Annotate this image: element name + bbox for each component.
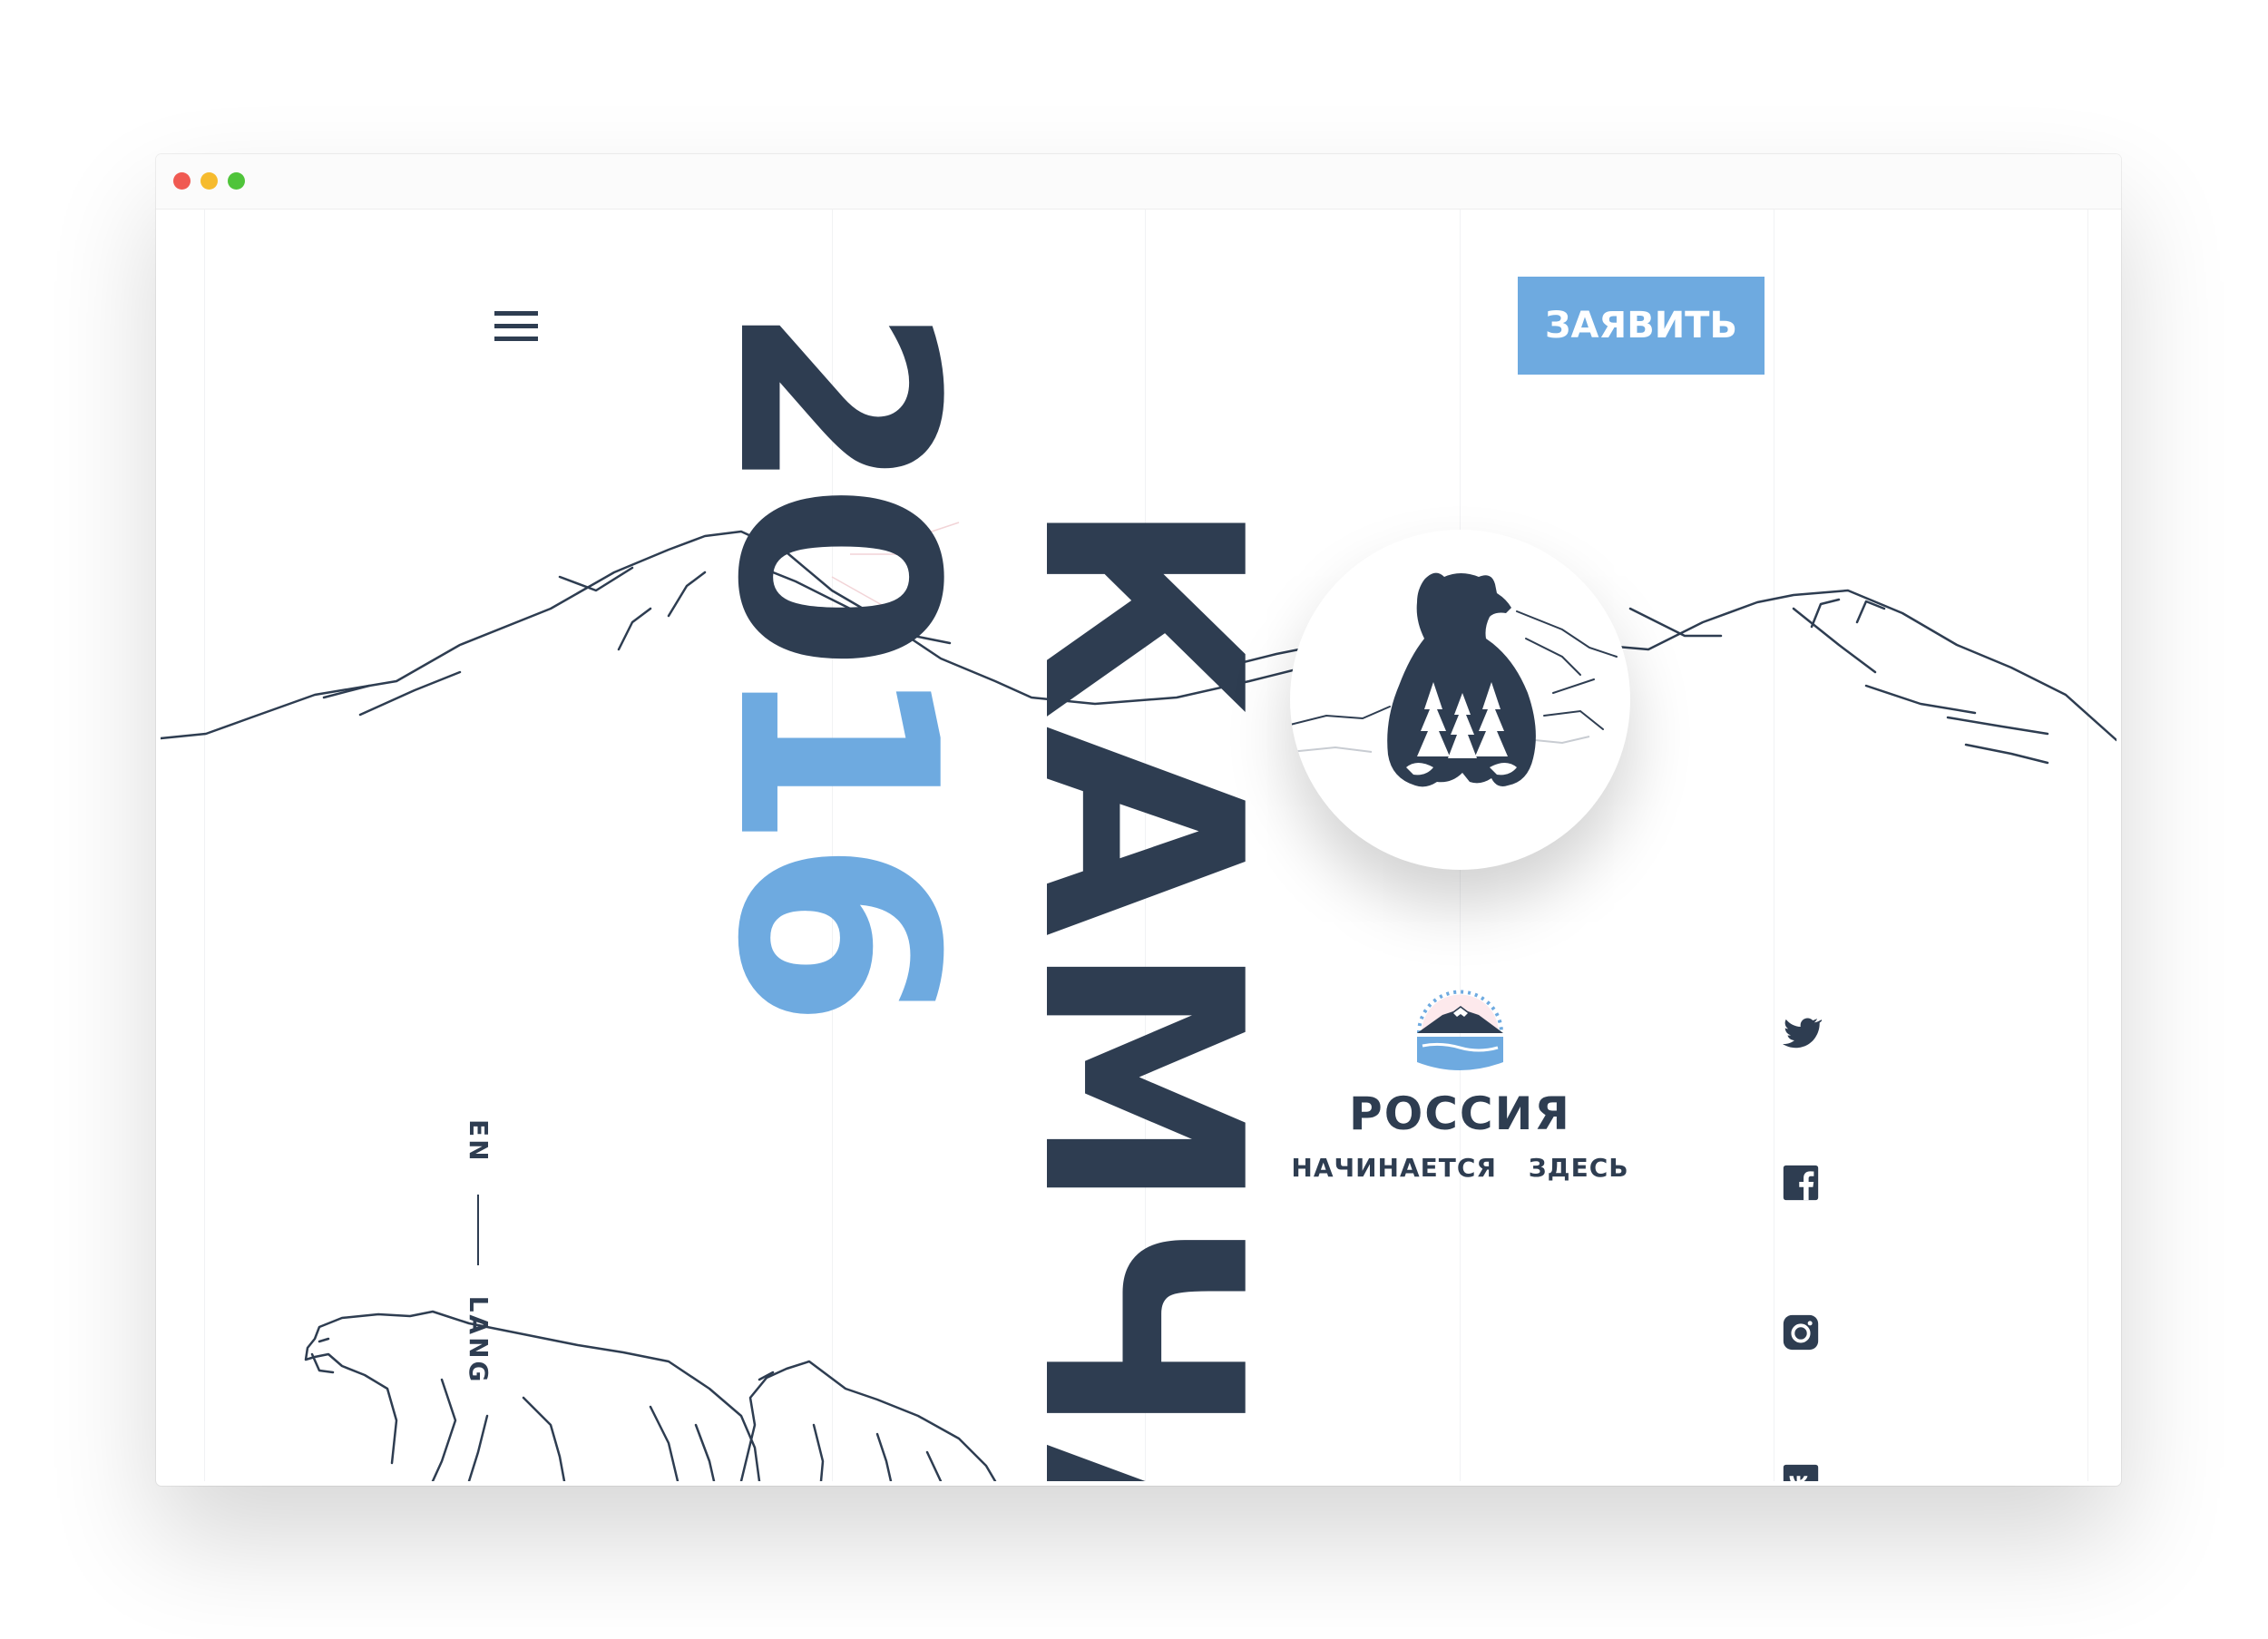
- menu-icon-bar: [494, 337, 538, 341]
- maximize-window-button[interactable]: [228, 172, 245, 190]
- apply-button[interactable]: ЗАЯВИТЬ: [1518, 277, 1765, 375]
- hero-year-suffix: 16: [678, 660, 994, 1018]
- instagram-icon[interactable]: [1780, 1312, 1822, 1353]
- hamburger-menu-icon[interactable]: [493, 307, 540, 344]
- bear-forest-icon: [1290, 572, 1618, 787]
- logo-tagline: НАЧИНАЕТСЯ ЗДЕСЬ: [1291, 1153, 1629, 1183]
- screenshot-canvas: 2016 КАМЧА EN LANG ЗАЯВИТЬ РОССИЯ НАЧИНА…: [0, 0, 2268, 1639]
- logo-wordmark: РОССИЯ: [1349, 1088, 1571, 1140]
- bear-badge: [1290, 530, 1630, 870]
- language-label: LANG: [464, 1295, 494, 1385]
- hero-year: 2016: [678, 304, 994, 1018]
- window-titlebar: [156, 154, 2121, 210]
- language-divider: [477, 1194, 479, 1265]
- instagram-camera-icon: [1783, 1314, 1819, 1351]
- twitter-icon[interactable]: [1780, 1011, 1824, 1053]
- facebook-square-icon: [1783, 1165, 1819, 1201]
- language-switcher[interactable]: EN LANG: [464, 1119, 494, 1385]
- vk-icon[interactable]: [1780, 1461, 1822, 1481]
- vk-square-icon: [1783, 1464, 1819, 1481]
- kamchatka-volcano-emblem-icon: [1417, 990, 1503, 1070]
- menu-icon-bar: [494, 311, 538, 316]
- language-current[interactable]: EN: [464, 1119, 494, 1164]
- twitter-bird-icon: [1783, 1018, 1824, 1049]
- close-window-button[interactable]: [173, 172, 191, 190]
- russia-starts-here-logo[interactable]: РОССИЯ НАЧИНАЕТСЯ ЗДЕСЬ: [1290, 971, 1630, 1183]
- hero-year-prefix: 20: [678, 304, 994, 661]
- hero-title: КАМЧА: [982, 498, 1299, 1481]
- landing-page: 2016 КАМЧА EN LANG ЗАЯВИТЬ РОССИЯ НАЧИНА…: [161, 210, 2116, 1481]
- browser-window: 2016 КАМЧА EN LANG ЗАЯВИТЬ РОССИЯ НАЧИНА…: [156, 154, 2121, 1486]
- facebook-icon[interactable]: [1780, 1162, 1822, 1204]
- minimize-window-button[interactable]: [200, 172, 218, 190]
- menu-icon-bar: [494, 324, 538, 328]
